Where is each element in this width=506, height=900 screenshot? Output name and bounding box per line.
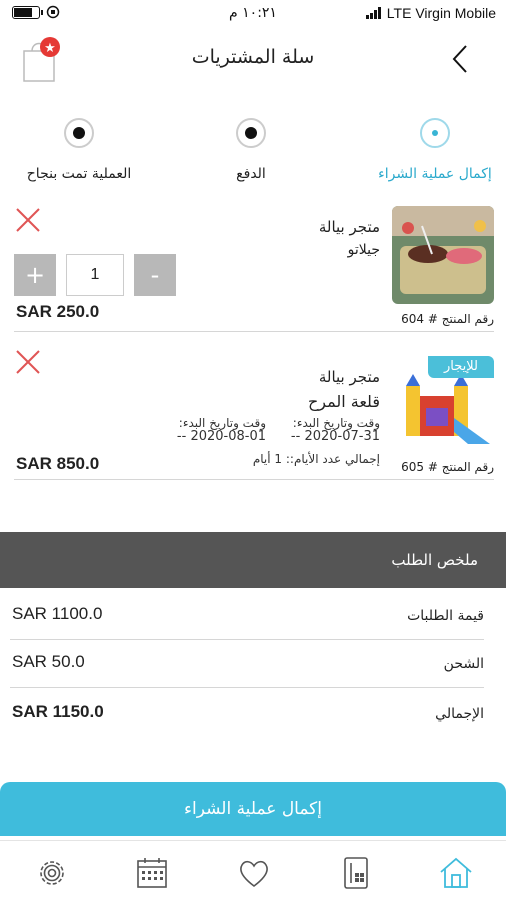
status-bar: ١٠:٢١ م LTE Virgin Mobile [0,0,506,28]
tab-bar [0,840,506,900]
order-summary-header: ملخص الطلب [0,532,506,588]
rental-end-value: 2020-08-01 -- [176,429,266,444]
step-success: العملية تمت بنجاح [4,118,154,182]
item-price: SAR 850.0 [16,454,100,473]
step-payment: الدفع [176,118,326,182]
step-dot [236,118,266,148]
cart-item: متجر بيالة جيلاتو + 1 - SAR 250.0 رقم ال… [14,204,494,332]
rental-end-label: وقت وتاريخ البدء: [178,416,266,430]
back-button[interactable] [446,42,476,76]
tab-settings[interactable] [34,855,70,891]
header: ★ سلة المشتريات [0,30,506,90]
carrier-label: LTE Virgin Mobile [386,5,496,21]
step-label: العملية تمت بنجاح [26,166,132,182]
summary-row-shipping: الشحن SAR 50.0 [10,640,484,688]
summary-value: SAR 50.0 [12,652,85,671]
chevron-right-icon [452,45,467,73]
tab-catalog[interactable] [338,855,374,891]
summary-value: SAR 1100.0 [12,604,103,623]
summary-value: SAR 1150.0 [12,702,104,721]
signal-icon [365,7,381,19]
summary-label: الشحن [443,656,484,672]
step-label: إكمال عملية الشراء [378,166,492,182]
quantity-increase-button[interactable]: + [14,254,56,296]
summary-label: قيمة الطلبات [407,608,484,624]
rental-days: إجمالي عدد الأيام:: 1 أيام [252,452,380,466]
remove-item-button[interactable] [14,348,42,376]
cart-item: للإيجار متجر بيالة قلعة المرح وقت وتاريخ… [14,344,494,480]
quantity-field[interactable]: 1 [66,254,124,296]
tab-home[interactable] [438,855,474,891]
rent-badge: للإيجار [428,356,494,378]
summary-row-subtotal: قيمة الطلبات SAR 1100.0 [10,592,484,640]
store-name: متجر بيالة [318,368,380,386]
catalog-icon [344,857,368,889]
order-summary-title: ملخص الطلب [391,551,478,569]
item-price: SAR 250.0 [16,302,100,321]
summary-row-total: الإجمالي SAR 1150.0 [10,690,484,738]
rental-start-value: 2020-07-31 -- [290,429,380,444]
product-name: جيلاتو [347,242,380,258]
close-icon [16,208,40,232]
summary-label: الإجمالي [435,706,484,722]
store-name: متجر بيالة [318,218,380,236]
product-image[interactable] [392,206,494,304]
tab-calendar[interactable] [134,855,170,891]
step-complete-purchase: إكمال عملية الشراء [360,118,506,182]
heart-icon [240,860,268,888]
close-icon [16,350,40,374]
tab-favorites[interactable] [236,855,272,891]
page-title: سلة المشتريات [191,46,315,68]
product-name: قلعة المرح [307,392,380,411]
quantity-stepper: + 1 - [14,254,176,296]
product-number: رقم المنتج # 605 [401,460,494,474]
rental-start: وقت وتاريخ البدء: 2020-07-31 -- [272,416,380,444]
rental-end: وقت وتاريخ البدء: 2020-08-01 -- [154,416,266,444]
quantity-decrease-button[interactable]: - [134,254,176,296]
product-image[interactable]: للإيجار [392,356,494,454]
step-label: الدفع [236,166,266,182]
checkout-steps: العملية تمت بنجاح الدفع إكمال عملية الشر… [0,118,506,188]
calendar-icon [137,858,167,888]
step-dot [420,118,450,148]
settings-icon [40,861,64,885]
step-dot [64,118,94,148]
home-icon [440,857,472,888]
product-number: رقم المنتج # 604 [401,312,494,326]
rental-start-label: وقت وتاريخ البدء: [292,416,380,430]
status-right: LTE Virgin Mobile [365,5,496,21]
complete-purchase-button[interactable]: إكمال عملية الشراء [0,782,506,836]
remove-item-button[interactable] [14,206,42,234]
